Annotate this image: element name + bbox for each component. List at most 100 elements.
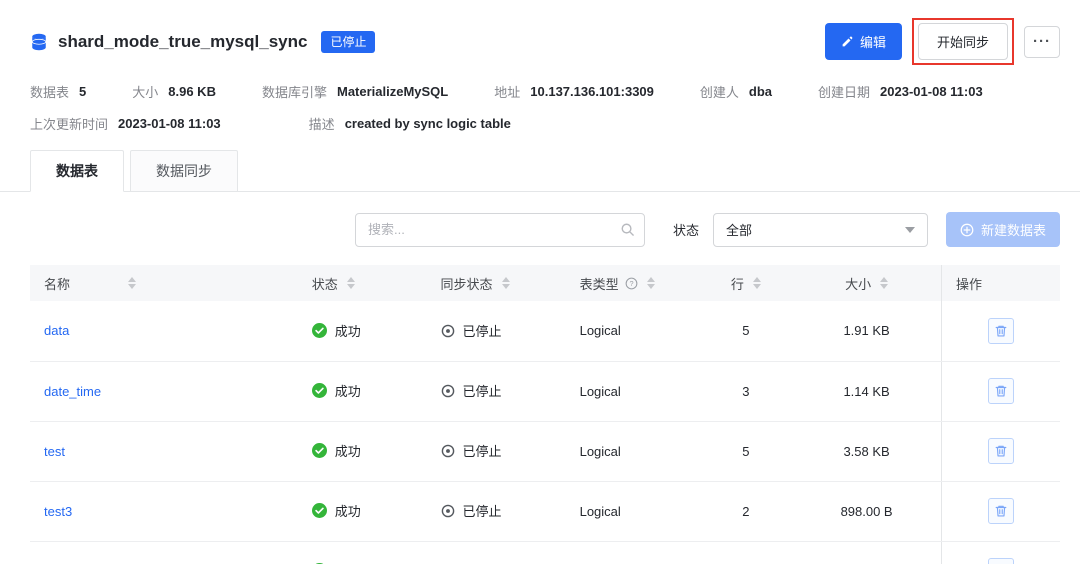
tab-data-sync[interactable]: 数据同步 xyxy=(130,150,238,192)
meta-value: 5 xyxy=(79,84,87,99)
column-label: 同步状态 xyxy=(440,276,493,292)
sync-status-text: 已停止 xyxy=(462,384,502,400)
sort-control[interactable] xyxy=(128,277,137,289)
sort-control[interactable] xyxy=(880,277,889,289)
create-table-button-label: 新建数据表 xyxy=(980,223,1046,238)
database-icon xyxy=(31,33,47,50)
table-body: data 成功 已停止 Logical 5 1.91 KB date_time … xyxy=(30,301,1060,564)
stopped-icon xyxy=(441,444,454,458)
column-label: 行 xyxy=(730,276,744,292)
create-table-button[interactable]: 新建数据表 xyxy=(945,212,1060,247)
delete-button[interactable] xyxy=(988,317,1014,344)
edit-button-label: 编辑 xyxy=(859,35,886,50)
trash-icon xyxy=(995,325,1007,337)
size-cell: 898.00 B xyxy=(792,481,942,542)
meta-row-2: 上次更新时间 2023-01-08 11:03 描述 created by sy… xyxy=(0,114,1080,133)
tab-bar: 数据表 数据同步 xyxy=(0,149,1080,192)
meta-value: 8.96 KB xyxy=(168,84,216,99)
table-name-link[interactable]: test xyxy=(44,444,65,459)
page: shard_mode_true_mysql_sync 已停止 编辑 开始同步 ·… xyxy=(0,0,1080,564)
size-cell: 1.46 KB xyxy=(792,541,942,564)
table-row: user 成功 已停止 Logical 5 1.46 KB xyxy=(30,541,1060,564)
row-count-cell: 2 xyxy=(699,481,793,542)
column-header-size: 大小 xyxy=(792,265,942,301)
table-header-row: 名称 状态 同步状态 表类型 ? 行 大小 操作 xyxy=(30,265,1060,301)
meta-description: 描述 created by sync logic table xyxy=(309,114,511,133)
status-filter-value: 全部 xyxy=(725,223,752,238)
column-label: 大小 xyxy=(845,276,872,292)
search-icon[interactable] xyxy=(620,222,635,237)
size-cell: 1.91 KB xyxy=(792,301,942,362)
meta-size: 大小 8.96 KB xyxy=(132,82,216,101)
start-sync-button[interactable]: 开始同步 xyxy=(917,23,1008,60)
pencil-icon xyxy=(842,36,853,47)
more-actions-button[interactable]: ··· xyxy=(1024,25,1060,58)
status-cell: 成功 xyxy=(311,321,361,340)
edit-button[interactable]: 编辑 xyxy=(824,23,902,60)
column-label: 名称 xyxy=(44,276,71,292)
meta-label: 创建日期 xyxy=(818,85,871,100)
column-header-sync-status: 同步状态 xyxy=(426,265,566,301)
sort-control[interactable] xyxy=(346,277,355,289)
sync-status-cell: 已停止 xyxy=(441,441,502,460)
status-cell: 成功 xyxy=(311,501,361,520)
table-type-cell: Logical xyxy=(565,421,700,482)
table-name-link[interactable]: date_time xyxy=(44,384,101,399)
column-label: 表类型 xyxy=(579,276,619,292)
meta-create-date: 创建日期 2023-01-08 11:03 xyxy=(818,82,983,101)
column-label: 状态 xyxy=(311,276,338,292)
meta-label: 描述 xyxy=(308,117,335,132)
sync-status-text: 已停止 xyxy=(462,444,502,460)
trash-icon xyxy=(995,385,1007,397)
size-cell: 3.58 KB xyxy=(792,421,942,482)
table-row: test3 成功 已停止 Logical 2 898.00 B xyxy=(30,481,1060,542)
row-count-cell: 5 xyxy=(699,421,793,482)
column-header-status: 状态 xyxy=(297,265,427,301)
stopped-icon xyxy=(441,324,454,337)
delete-button[interactable] xyxy=(988,378,1014,404)
stopped-icon xyxy=(441,504,454,518)
table-name-link[interactable]: data xyxy=(44,323,69,338)
status-filter-select[interactable]: 全部 xyxy=(712,212,928,247)
sync-status-cell: 已停止 xyxy=(441,501,502,520)
search-input[interactable] xyxy=(354,212,645,247)
status-text: 成功 xyxy=(334,444,361,459)
meta-value: 2023-01-08 11:03 xyxy=(880,84,983,99)
table-name-link[interactable]: test3 xyxy=(44,504,72,519)
column-header-name: 名称 xyxy=(30,265,298,301)
help-icon[interactable]: ? xyxy=(625,277,638,290)
success-icon xyxy=(311,383,327,398)
meta-value: dba xyxy=(748,84,773,99)
meta-value: created by sync logic table xyxy=(344,116,511,131)
meta-table-count: 数据表 5 xyxy=(30,82,86,101)
success-icon xyxy=(311,503,327,518)
meta-value: 10.137.136.101:3309 xyxy=(530,84,654,99)
plus-circle-icon xyxy=(960,223,974,236)
stopped-icon xyxy=(441,384,454,398)
status-cell: 成功 xyxy=(311,381,361,400)
meta-address: 地址 10.137.136.101:3309 xyxy=(494,82,654,101)
meta-value: 2023-01-08 11:03 xyxy=(118,116,221,131)
sort-control[interactable] xyxy=(501,277,510,289)
status-text: 成功 xyxy=(334,384,361,399)
table-row: date_time 成功 已停止 Logical 3 1.14 KB xyxy=(30,361,1060,422)
meta-last-update: 上次更新时间 2023-01-08 11:03 xyxy=(30,114,221,133)
data-table: 名称 状态 同步状态 表类型 ? 行 大小 操作 data 成功 已停止 Log… xyxy=(30,265,1060,564)
sync-status-text: 已停止 xyxy=(462,504,502,520)
sync-status-cell: 已停止 xyxy=(441,321,502,340)
svg-text:?: ? xyxy=(629,279,633,288)
table-type-cell: Logical xyxy=(565,361,700,422)
delete-button[interactable] xyxy=(988,438,1014,464)
status-badge: 已停止 xyxy=(321,30,376,53)
sort-control[interactable] xyxy=(646,277,655,289)
delete-button[interactable] xyxy=(988,558,1014,564)
delete-button[interactable] xyxy=(988,498,1014,524)
meta-creator: 创建人 dba xyxy=(700,82,772,101)
meta-engine: 数据库引擎 MaterializeMySQL xyxy=(262,82,448,101)
row-count-cell: 5 xyxy=(699,541,793,564)
status-text: 成功 xyxy=(334,323,361,339)
header: shard_mode_true_mysql_sync 已停止 编辑 开始同步 ·… xyxy=(0,0,1080,65)
tab-data-tables[interactable]: 数据表 xyxy=(30,150,124,192)
page-title: shard_mode_true_mysql_sync xyxy=(58,31,308,51)
sort-control[interactable] xyxy=(752,277,761,289)
